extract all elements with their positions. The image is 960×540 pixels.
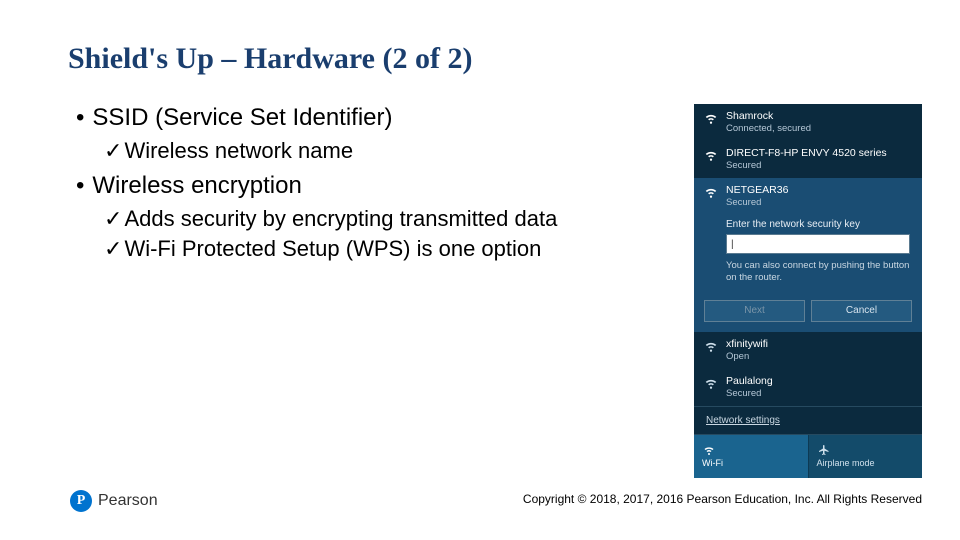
network-name: xfinitywifi [726, 338, 912, 351]
bullet-text: Wi-Fi Protected Setup (WPS) is one optio… [124, 236, 541, 262]
wifi-tile[interactable]: Wi-Fi [694, 435, 808, 478]
network-status: Connected, secured [726, 123, 912, 135]
security-key-value: | [731, 239, 734, 250]
bullet-dot-icon: • [76, 104, 84, 132]
airplane-icon [817, 444, 831, 456]
airplane-mode-tile[interactable]: Airplane mode [808, 435, 923, 478]
slide: Shield's Up – Hardware (2 of 2) • SSID (… [0, 0, 960, 540]
network-item-hp-envy[interactable]: DIRECT-F8-HP ENVY 4520 series Secured [694, 141, 922, 178]
wifi-secure-icon [704, 148, 718, 162]
network-name: DIRECT-F8-HP ENVY 4520 series [726, 147, 912, 160]
network-status: Secured [726, 197, 912, 209]
bullet-item: • SSID (Service Set Identifier) [76, 104, 636, 132]
network-status: Secured [726, 388, 912, 400]
logo-mark-icon: P [70, 490, 92, 512]
network-status: Open [726, 351, 912, 363]
tile-label: Wi-Fi [702, 458, 723, 468]
copyright-text: Copyright © 2018, 2017, 2016 Pearson Edu… [523, 492, 922, 506]
quick-action-tiles: Wi-Fi Airplane mode [694, 434, 922, 478]
cancel-button[interactable]: Cancel [811, 300, 912, 322]
network-item-paulalong[interactable]: Paulalong Secured [694, 369, 922, 406]
bullet-text: SSID (Service Set Identifier) [92, 104, 392, 132]
network-settings-link[interactable]: Network settings [694, 406, 922, 434]
wifi-icon [702, 444, 716, 456]
wifi-secure-icon [704, 185, 718, 199]
wifi-secure-icon [704, 111, 718, 125]
bullet-text: Wireless encryption [92, 172, 301, 200]
logo-wordmark: Pearson [98, 492, 158, 510]
network-status: Secured [726, 160, 912, 172]
wifi-secure-icon [704, 376, 718, 390]
slide-title: Shield's Up – Hardware (2 of 2) [68, 42, 472, 76]
network-name: Paulalong [726, 375, 912, 388]
bullet-sub-item: ✓ Wireless network name [104, 138, 636, 164]
button-row: Next Cancel [694, 292, 922, 332]
check-icon: ✓ [104, 206, 122, 232]
network-name: NETGEAR36 [726, 184, 912, 197]
pearson-logo: P Pearson [70, 490, 158, 512]
security-key-label: Enter the network security key [726, 219, 910, 230]
security-key-input[interactable]: | [726, 234, 910, 254]
network-item-xfinitywifi[interactable]: xfinitywifi Open [694, 332, 922, 369]
wps-hint: You can also connect by pushing the butt… [726, 260, 910, 284]
bullet-item: • Wireless encryption [76, 172, 636, 200]
network-name: Shamrock [726, 110, 912, 123]
next-button[interactable]: Next [704, 300, 805, 322]
network-flyout: Shamrock Connected, secured DIRECT-F8-HP… [694, 104, 922, 478]
slide-content: • SSID (Service Set Identifier) ✓ Wirele… [76, 104, 636, 266]
bullet-sub-item: ✓ Wi-Fi Protected Setup (WPS) is one opt… [104, 236, 636, 262]
bullet-dot-icon: • [76, 172, 84, 200]
check-icon: ✓ [104, 138, 122, 164]
bullet-text: Adds security by encrypting transmitted … [124, 206, 557, 232]
check-icon: ✓ [104, 236, 122, 262]
bullet-text: Wireless network name [124, 138, 353, 164]
network-item-shamrock[interactable]: Shamrock Connected, secured [694, 104, 922, 141]
tile-label: Airplane mode [817, 458, 875, 468]
wifi-open-icon [704, 339, 718, 353]
network-security-panel: Enter the network security key | You can… [694, 215, 922, 292]
bullet-sub-item: ✓ Adds security by encrypting transmitte… [104, 206, 636, 232]
network-item-netgear36[interactable]: NETGEAR36 Secured [694, 178, 922, 215]
